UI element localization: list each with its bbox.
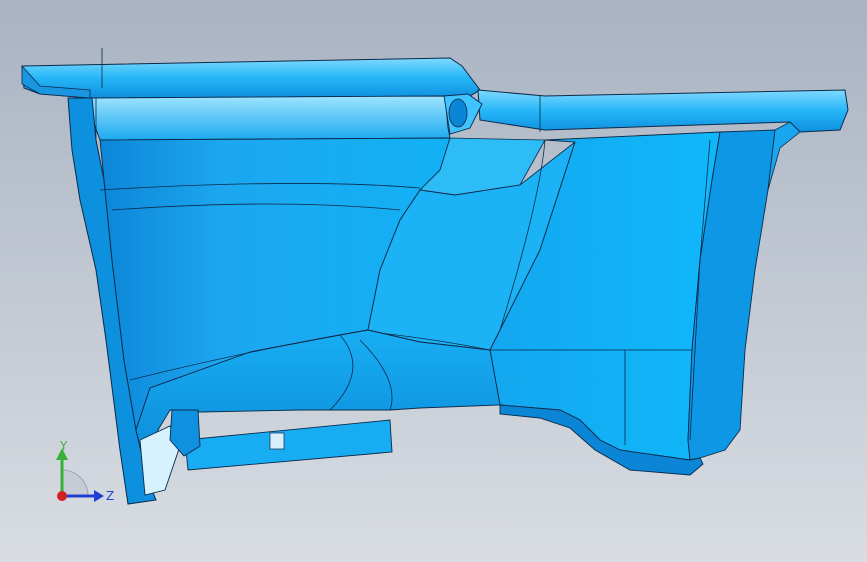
x-axis-origin (57, 491, 67, 501)
bracket-tab (269, 432, 285, 450)
front-bracket (184, 419, 393, 471)
z-axis-label: Z (106, 489, 114, 503)
axis-triad: Y Z (56, 439, 114, 503)
boss-hole (448, 98, 468, 128)
oil-pan-model[interactable] (0, 0, 867, 562)
top-flange-left (21, 57, 481, 99)
y-axis-label: Y (59, 439, 68, 453)
triad-quadrant (61, 469, 89, 497)
z-axis-arrow (94, 490, 104, 502)
graphics-viewport[interactable]: Y Z (0, 0, 867, 562)
rim-band (89, 95, 451, 141)
